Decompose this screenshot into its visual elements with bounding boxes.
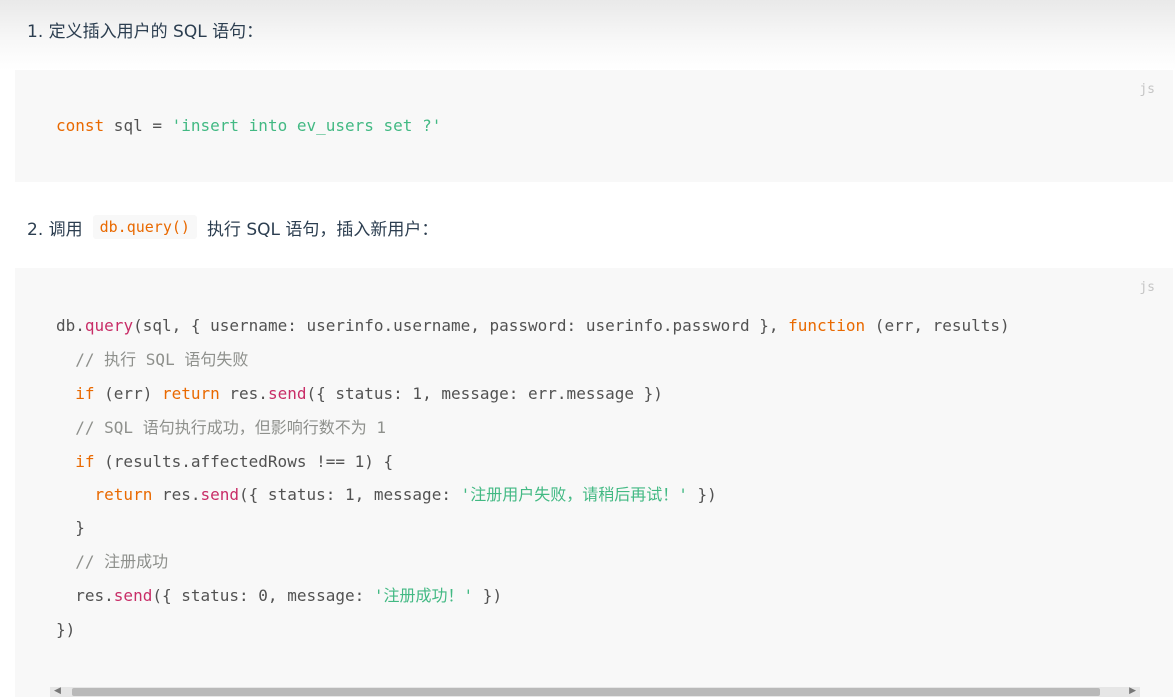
- step-1-text: 1. 定义插入用户的 SQL 语句：: [27, 21, 264, 42]
- code-text: db.: [56, 316, 85, 335]
- code-line: }: [56, 517, 85, 539]
- horizontal-scrollbar[interactable]: ◀ ▶: [50, 686, 1140, 697]
- scroll-right-arrow-icon[interactable]: ▶: [1129, 686, 1136, 696]
- code-line: res.send({ status: 0, message: '注册成功！' }…: [56, 585, 502, 607]
- code-text: }): [56, 620, 76, 639]
- step-2-suffix: 执行 SQL 语句，插入新用户：: [206, 219, 439, 240]
- code-text: ({ status: 1, message: err.message }): [306, 384, 663, 403]
- code-keyword: if: [75, 384, 95, 403]
- code-text: ({ status: 1, message:: [239, 485, 461, 504]
- code-keyword: return: [94, 485, 153, 504]
- code-function: send: [200, 485, 240, 504]
- code-text: res.: [152, 485, 201, 504]
- code-block-insert-sql: js const sql = 'insert into ev_users set…: [15, 70, 1173, 182]
- code-line: if (err) return res.send({ status: 1, me…: [56, 383, 663, 405]
- code-text: (results.affectedRows !== 1) {: [94, 452, 394, 471]
- code-text: }: [56, 518, 85, 537]
- code-line: if (results.affectedRows !== 1) {: [56, 451, 393, 473]
- code-block-db-query: js db.query(sql, { username: userinfo.us…: [15, 268, 1173, 697]
- step-2-heading: 2. 调用 db.query() 执行 SQL 语句，插入新用户：: [27, 212, 438, 242]
- code-text: sql =: [104, 116, 172, 135]
- code-keyword: const: [56, 116, 105, 135]
- code-string: 'insert into ev_users set ?': [171, 116, 442, 135]
- code-text: (err): [94, 384, 162, 403]
- code-string: '注册用户失败，请稍后再试！': [460, 485, 688, 504]
- scrollbar-thumb[interactable]: [72, 688, 1100, 696]
- code-line: }): [56, 619, 75, 641]
- code-function: send: [267, 384, 307, 403]
- inline-code-db-query: db.query(): [92, 215, 197, 239]
- code-comment: // SQL 语句执行成功，但影响行数不为 1: [56, 418, 386, 437]
- step-1-heading: 1. 定义插入用户的 SQL 语句：: [27, 16, 263, 42]
- code-text: }): [473, 586, 503, 605]
- code-comment: // 注册成功: [56, 552, 169, 571]
- code-keyword: if: [75, 452, 95, 471]
- code-text: }): [687, 485, 717, 504]
- code-text: res.: [219, 384, 268, 403]
- code-line: db.query(sql, { username: userinfo.usern…: [56, 315, 1010, 337]
- code-text: ({ status: 0, message:: [152, 586, 374, 605]
- code-keyword: function: [788, 316, 866, 335]
- code-keyword: return: [161, 384, 220, 403]
- code-string: '注册成功！': [373, 586, 474, 605]
- code-language-label: js: [1139, 280, 1155, 295]
- code-line: return res.send({ status: 1, message: '注…: [56, 484, 717, 506]
- scroll-left-arrow-icon[interactable]: ◀: [54, 686, 61, 696]
- code-text: (sql, { username: userinfo.username, pas…: [133, 316, 789, 335]
- code-language-label: js: [1139, 82, 1155, 97]
- code-function: send: [113, 586, 153, 605]
- code-line: const sql = 'insert into ev_users set ?': [56, 115, 441, 137]
- code-function: query: [84, 316, 134, 335]
- code-comment: // 执行 SQL 语句失败: [56, 350, 249, 369]
- code-text: (err, results): [865, 316, 1010, 335]
- code-text: res.: [56, 586, 114, 605]
- step-2-prefix: 2. 调用: [27, 219, 83, 240]
